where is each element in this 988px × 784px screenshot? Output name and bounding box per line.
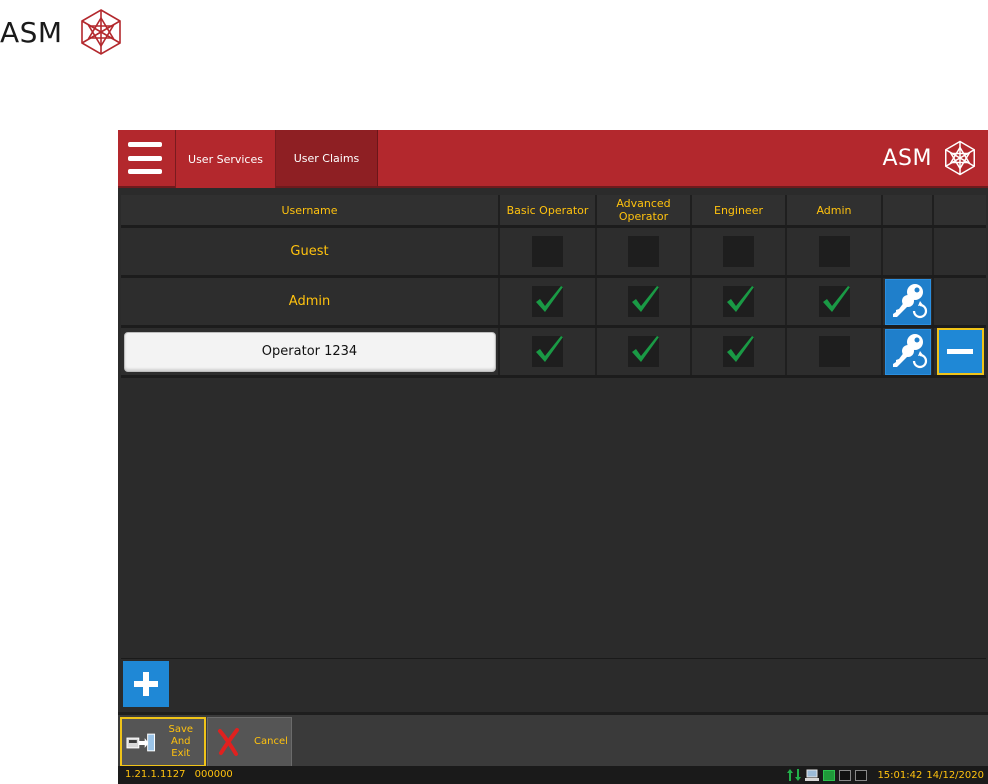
engineer-checkbox[interactable] xyxy=(723,236,754,267)
checkmark-icon xyxy=(536,336,563,362)
tab-user-claims-label: User Claims xyxy=(293,151,360,165)
menu-icon[interactable] xyxy=(128,142,162,174)
header-username: Username xyxy=(121,195,500,225)
engineer-checkbox[interactable] xyxy=(723,336,754,367)
key-cell xyxy=(883,328,934,375)
tab-user-services-label: User Services xyxy=(188,152,263,166)
key-reset-icon xyxy=(892,283,927,318)
status-time: 15:01:42 xyxy=(877,769,923,781)
admin-claim-cell xyxy=(787,228,883,275)
asm-hexagon-icon xyxy=(80,9,121,55)
basic-checkbox[interactable] xyxy=(532,336,563,367)
basic-claim-cell xyxy=(500,278,597,325)
key-cell xyxy=(883,278,934,325)
status-indicator-1 xyxy=(823,769,836,781)
status-indicator-3 xyxy=(855,769,868,781)
header-delete xyxy=(934,195,986,225)
save-exit-icon xyxy=(126,733,156,752)
asm-logo: ASM xyxy=(0,8,125,56)
computer-icon xyxy=(805,769,820,781)
engineer-claim-cell xyxy=(692,228,787,275)
status-bar: 1.21.1.1127 000000 15:01:42 14/12/2020 xyxy=(118,766,988,784)
checkmark-icon xyxy=(822,286,850,312)
checkmark-icon xyxy=(727,286,754,312)
add-user-button[interactable] xyxy=(123,661,169,707)
admin-checkbox[interactable] xyxy=(818,236,850,267)
cancel-button[interactable]: Cancel xyxy=(207,717,292,767)
plus-icon xyxy=(134,672,158,696)
username-text: Guest xyxy=(290,244,329,259)
username-text: Admin xyxy=(288,294,331,309)
engineer-claim-cell xyxy=(692,278,787,325)
checkmark-icon xyxy=(632,286,659,312)
basic-checkbox[interactable] xyxy=(532,286,563,317)
asm-hexagon-icon xyxy=(945,140,975,176)
key-cell xyxy=(883,228,934,275)
header-key xyxy=(883,195,934,225)
checkmark-icon xyxy=(632,336,659,362)
reset-password-button[interactable] xyxy=(884,328,931,375)
admin-checkbox[interactable] xyxy=(818,336,850,367)
status-right: 15:01:42 14/12/2020 xyxy=(787,768,984,782)
engineer-claim-cell xyxy=(692,328,787,375)
user-claims-window: User Services User Claims ASM Username B… xyxy=(118,130,988,784)
header-basic-operator: Basic Operator xyxy=(500,195,597,225)
add-strip xyxy=(121,658,986,711)
admin-checkbox[interactable] xyxy=(818,286,850,317)
advanced-claim-cell xyxy=(597,278,692,325)
username-cell: Admin xyxy=(121,278,500,325)
checkmark-icon xyxy=(536,286,563,312)
advanced-claim-cell xyxy=(597,328,692,375)
key-reset-icon xyxy=(892,333,927,368)
basic-claim-cell xyxy=(500,328,597,375)
table-body: Guest Admin Operator 1234 xyxy=(121,228,986,378)
cancel-x-icon xyxy=(218,728,239,756)
basic-claim-cell xyxy=(500,228,597,275)
checkmark-icon xyxy=(727,336,754,362)
table-row: Guest xyxy=(121,228,986,278)
username-cell: Operator 1234 xyxy=(121,328,500,375)
cancel-label: Cancel xyxy=(254,736,288,747)
table-header-row: Username Basic Operator Advanced Operato… xyxy=(121,195,986,228)
reset-password-button[interactable] xyxy=(884,278,931,325)
engineer-checkbox[interactable] xyxy=(723,286,754,317)
advanced-checkbox[interactable] xyxy=(628,236,659,267)
status-left: 1.21.1.1127 000000 xyxy=(125,769,233,780)
admin-claim-cell xyxy=(787,328,883,375)
basic-checkbox[interactable] xyxy=(532,236,563,267)
tab-user-claims[interactable]: User Claims xyxy=(276,130,378,186)
title-logo-text: ASM xyxy=(882,145,932,171)
delete-cell xyxy=(934,278,986,325)
version-text: 1.21.1.1127 xyxy=(125,769,186,780)
delete-cell xyxy=(934,228,986,275)
remove-user-button[interactable] xyxy=(936,328,984,375)
advanced-claim-cell xyxy=(597,228,692,275)
title-asm-logo: ASM xyxy=(883,138,979,178)
table-row: Operator 1234 xyxy=(121,328,986,378)
table-row: Admin xyxy=(121,278,986,328)
status-indicator-2 xyxy=(839,769,852,781)
user-claims-table: Username Basic Operator Advanced Operato… xyxy=(121,195,986,378)
minus-icon xyxy=(947,349,973,354)
username-input[interactable]: Operator 1234 xyxy=(123,331,496,372)
header-admin: Admin xyxy=(787,195,883,225)
header-advanced-operator: Advanced Operator xyxy=(597,195,692,225)
username-cell: Guest xyxy=(121,228,500,275)
transfer-arrows-icon xyxy=(787,769,802,781)
bottom-toolbar: Save And Exit Cancel xyxy=(118,712,988,769)
save-and-exit-label: Save And Exit xyxy=(168,724,194,759)
status-date: 14/12/2020 xyxy=(926,769,984,781)
title-bar: User Services User Claims ASM xyxy=(118,130,988,188)
header-engineer: Engineer xyxy=(692,195,787,225)
advanced-checkbox[interactable] xyxy=(628,286,659,317)
delete-cell xyxy=(934,328,986,375)
tab-user-services[interactable]: User Services xyxy=(175,130,276,188)
advanced-checkbox[interactable] xyxy=(628,336,659,367)
asm-logo-text: ASM xyxy=(0,15,63,49)
admin-claim-cell xyxy=(787,278,883,325)
save-and-exit-button[interactable]: Save And Exit xyxy=(120,717,206,767)
status-code: 000000 xyxy=(194,769,233,780)
